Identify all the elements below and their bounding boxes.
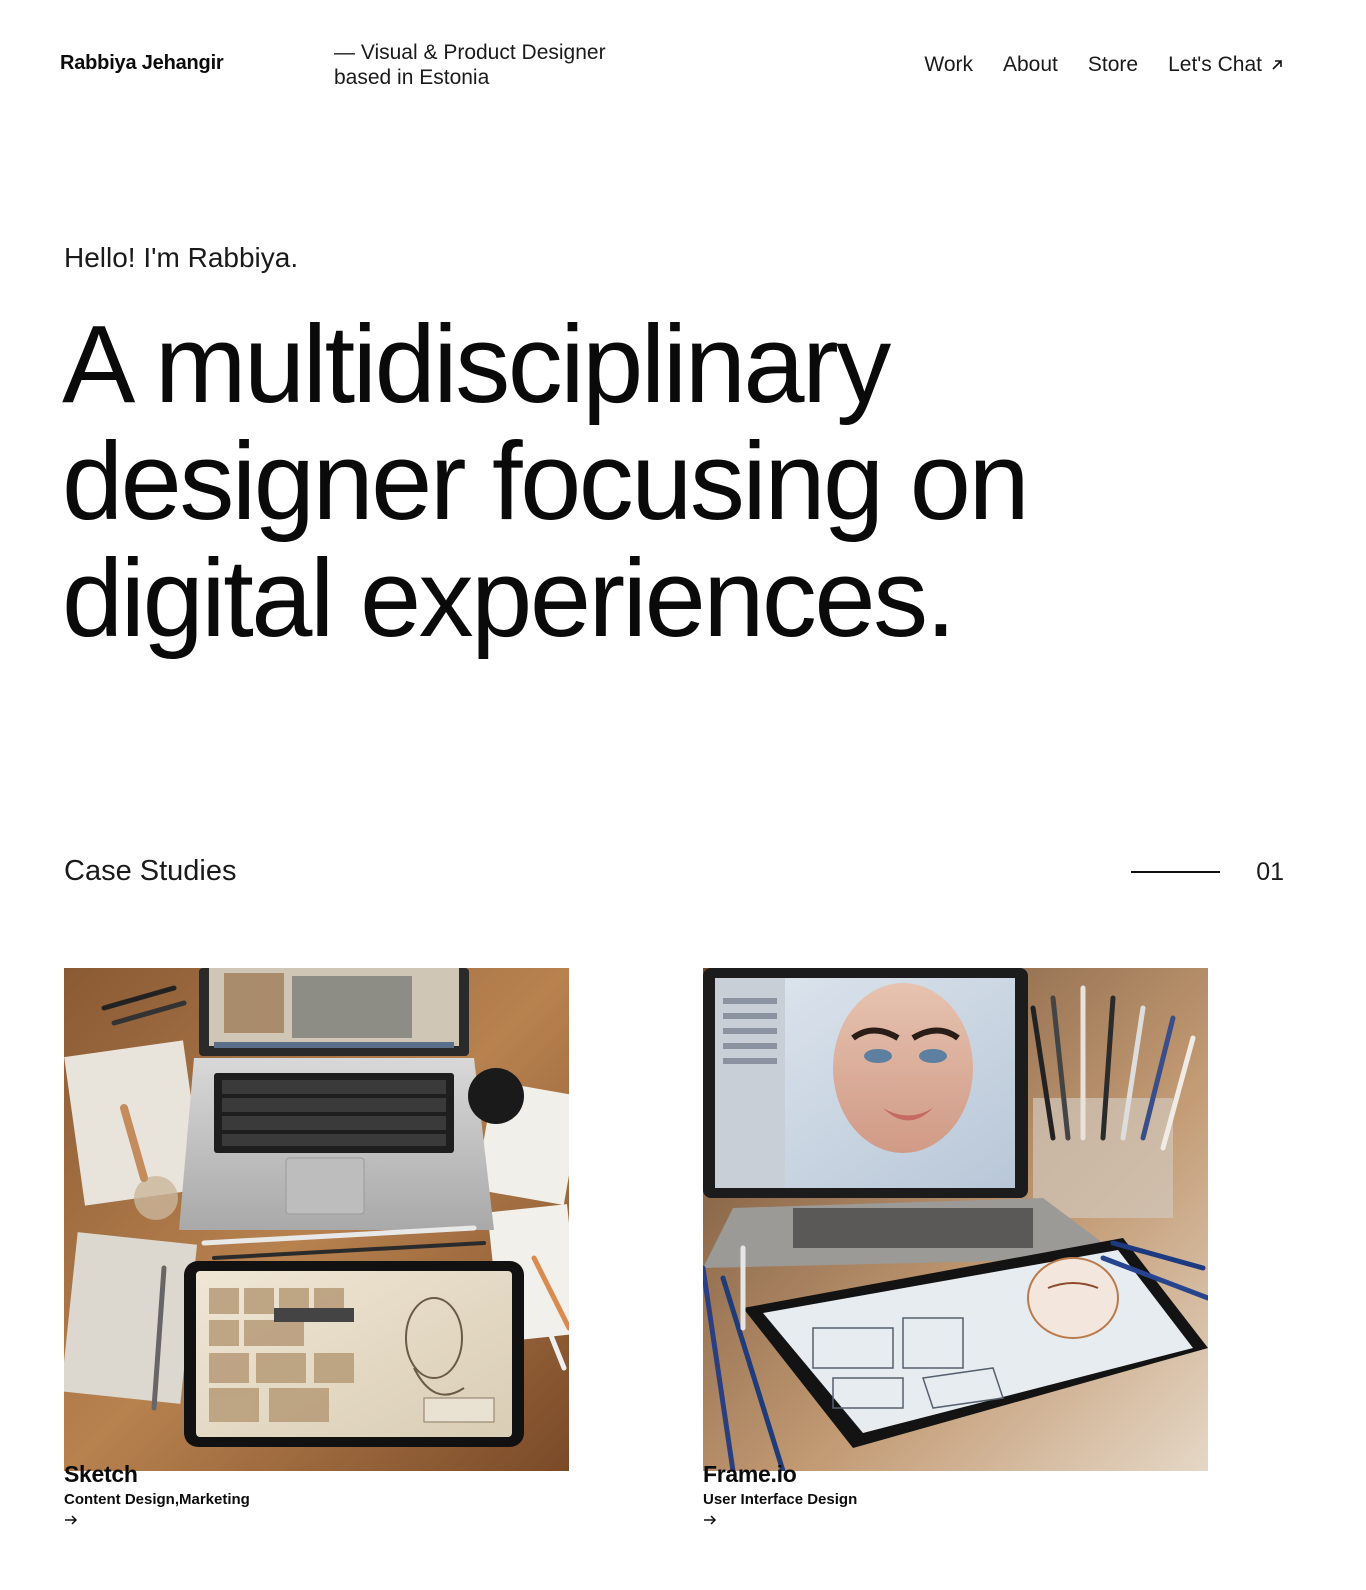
nav-store-link[interactable]: Store bbox=[1088, 52, 1138, 78]
case-studies-title: Case Studies bbox=[64, 855, 237, 887]
case-study-image-sketch[interactable] bbox=[64, 968, 569, 1471]
arrow-right-icon[interactable] bbox=[64, 1514, 78, 1526]
tagline-line-2: based in Estonia bbox=[334, 66, 490, 89]
headline-line-2: designer focusing on bbox=[62, 420, 1030, 543]
nav-lets-chat-link[interactable]: Let's Chat bbox=[1168, 52, 1284, 78]
brand-name[interactable]: Rabbiya Jehangir bbox=[60, 52, 224, 75]
case-study-card-frame-io[interactable]: Frame.io User Interface Design bbox=[703, 968, 1208, 1526]
arrow-up-right-icon bbox=[1272, 60, 1282, 70]
case-study-tags-sketch: Content Design,Marketing bbox=[64, 1491, 250, 1508]
arrow-right-icon[interactable] bbox=[703, 1514, 717, 1526]
hero-headline: A multidisciplinary designer focusing on… bbox=[62, 306, 1262, 657]
nav-work-link[interactable]: Work bbox=[924, 52, 973, 78]
case-study-title-sketch[interactable]: Sketch bbox=[64, 1463, 569, 1486]
tagline-line-1: — Visual & Product Designer bbox=[334, 41, 606, 64]
site-header: Rabbiya Jehangir — Visual & Product Desi… bbox=[0, 0, 1366, 130]
case-study-image-frame-io[interactable] bbox=[703, 968, 1208, 1471]
case-study-tags-frame-io: User Interface Design bbox=[703, 1491, 858, 1508]
section-divider bbox=[1131, 871, 1220, 873]
tagline: — Visual & Product Designer based in Est… bbox=[334, 40, 654, 90]
case-study-title-frame-io[interactable]: Frame.io bbox=[703, 1463, 1208, 1486]
case-studies-count: 01 bbox=[1256, 858, 1284, 886]
main-nav: Work About Store Let's Chat bbox=[924, 52, 1284, 78]
headline-line-1: A multidisciplinary bbox=[62, 303, 891, 426]
nav-about-label: About bbox=[1003, 53, 1058, 76]
nav-work-label: Work bbox=[924, 53, 973, 76]
hero-greeting: Hello! I'm Rabbiya. bbox=[64, 242, 299, 273]
nav-lets-chat-label: Let's Chat bbox=[1168, 53, 1262, 76]
nav-store-label: Store bbox=[1087, 53, 1139, 76]
headline-line-3: digital experiences. bbox=[62, 537, 956, 660]
case-study-card-sketch[interactable]: Sketch Content Design,Marketing bbox=[64, 968, 569, 1526]
nav-about-link[interactable]: About bbox=[1003, 52, 1058, 78]
